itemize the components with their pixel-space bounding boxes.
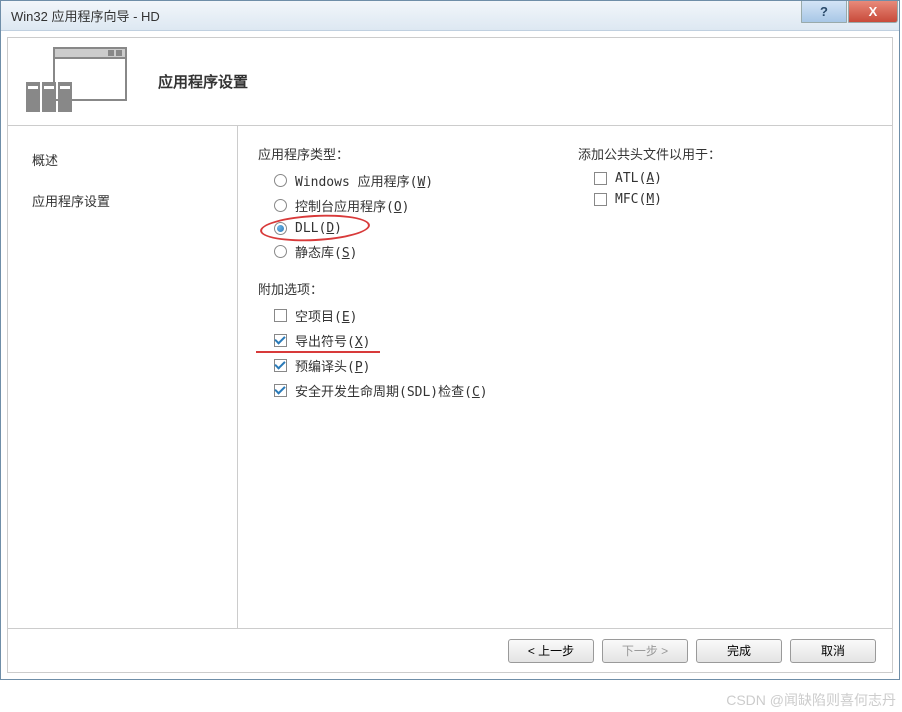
footer: < 上一步 下一步 > 完成 取消	[8, 628, 892, 672]
header: 应用程序设置	[8, 38, 892, 126]
headers-title: 添加公共头文件以用于：	[578, 144, 872, 163]
wizard-window: Win32 应用程序向导 - HD ? X	[0, 0, 900, 680]
extra-options-title: 附加选项：	[258, 279, 578, 298]
checkbox-icon	[274, 309, 287, 322]
option-label: ATL(A)	[615, 171, 662, 186]
radio-icon	[274, 245, 287, 258]
sidebar-item-overview[interactable]: 概述	[32, 150, 225, 169]
close-button[interactable]: X	[848, 1, 898, 23]
option-label: DLL(D)	[295, 221, 342, 236]
checkbox-empty-project[interactable]: 空项目(E)	[274, 306, 578, 325]
annotation-underline	[256, 351, 380, 353]
option-label: 预编译头(P)	[295, 356, 370, 375]
finish-button[interactable]: 完成	[696, 639, 782, 663]
dialog-body: 应用程序设置 概述 应用程序设置 应用程序类型： Windows 应用程序(W)	[7, 37, 893, 673]
checkbox-atl[interactable]: ATL(A)	[594, 171, 872, 186]
checkbox-icon	[594, 172, 607, 185]
app-type-title: 应用程序类型：	[258, 144, 578, 163]
content: 应用程序类型： Windows 应用程序(W) 控制台应用程序(O)	[238, 126, 892, 628]
body: 概述 应用程序设置 应用程序类型： Windows 应用程序(W)	[8, 126, 892, 628]
radio-dll[interactable]: DLL(D)	[274, 221, 578, 236]
checkbox-precompiled-header[interactable]: 预编译头(P)	[274, 356, 578, 375]
checkbox-icon	[274, 384, 287, 397]
page-title: 应用程序设置	[158, 71, 248, 92]
radio-icon	[274, 222, 287, 235]
sidebar: 概述 应用程序设置	[8, 126, 238, 628]
option-label: 控制台应用程序(O)	[295, 196, 409, 215]
checkbox-export-symbols[interactable]: 导出符号(X)	[274, 331, 578, 350]
option-label: 导出符号(X)	[295, 331, 370, 350]
option-label: MFC(M)	[615, 192, 662, 207]
checkbox-icon	[274, 359, 287, 372]
checkbox-icon	[594, 193, 607, 206]
prev-button[interactable]: < 上一步	[508, 639, 594, 663]
radio-console-app[interactable]: 控制台应用程序(O)	[274, 196, 578, 215]
radio-icon	[274, 174, 287, 187]
next-button[interactable]: 下一步 >	[602, 639, 688, 663]
titlebar: Win32 应用程序向导 - HD ? X	[1, 1, 899, 31]
option-label: Windows 应用程序(W)	[295, 171, 433, 190]
option-label: 空项目(E)	[295, 306, 357, 325]
checkbox-mfc[interactable]: MFC(M)	[594, 192, 872, 207]
cancel-button[interactable]: 取消	[790, 639, 876, 663]
left-column: 应用程序类型： Windows 应用程序(W) 控制台应用程序(O)	[258, 144, 578, 610]
radio-static-lib[interactable]: 静态库(S)	[274, 242, 578, 261]
checkbox-icon	[274, 334, 287, 347]
radio-windows-app[interactable]: Windows 应用程序(W)	[274, 171, 578, 190]
option-label: 安全开发生命周期(SDL)检查(C)	[295, 381, 488, 400]
header-icon	[20, 44, 140, 119]
option-label: 静态库(S)	[295, 242, 357, 261]
window-title: Win32 应用程序向导 - HD	[11, 6, 160, 25]
checkbox-sdl-check[interactable]: 安全开发生命周期(SDL)检查(C)	[274, 381, 578, 400]
help-button[interactable]: ?	[801, 1, 847, 23]
radio-icon	[274, 199, 287, 212]
titlebar-buttons: ? X	[801, 1, 899, 23]
sidebar-item-settings[interactable]: 应用程序设置	[32, 191, 225, 210]
right-column: 添加公共头文件以用于： ATL(A) MFC(M)	[578, 144, 872, 610]
watermark: CSDN @闻缺陷则喜何志丹	[726, 690, 896, 710]
